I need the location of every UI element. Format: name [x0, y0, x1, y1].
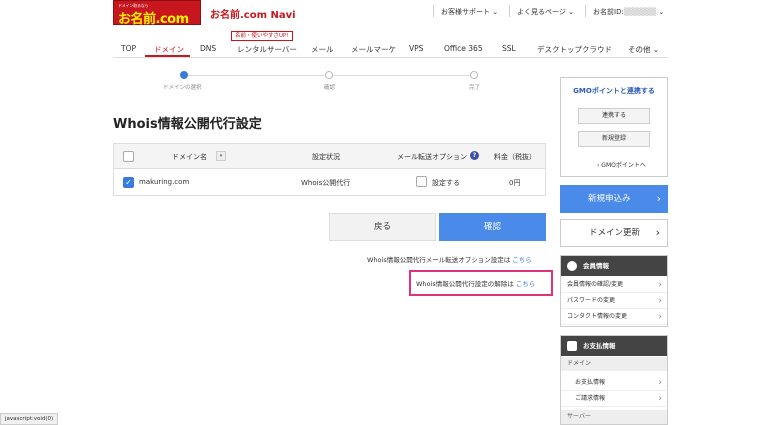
mail-option-checkbox[interactable]	[416, 176, 427, 187]
domain-price: 0円	[509, 179, 521, 187]
nav-office365[interactable]: Office 365	[444, 44, 483, 53]
table-header: ドメイン名 ▾ 設定状況 メール転送オプション ? 料金（税抜）	[114, 144, 545, 169]
step-label-select: ドメインの選択	[163, 85, 202, 91]
sort-icon[interactable]: ▾	[216, 151, 226, 161]
step-dot	[325, 71, 333, 79]
main-nav: TOP ドメイン DNS レンタルサーバー メール メールマーケ VPS Off…	[113, 39, 668, 59]
nav-vps[interactable]: VPS	[409, 44, 423, 53]
payment-item-info[interactable]: お支払情報 ›	[561, 375, 667, 391]
support-menu[interactable]: お客様サポート ⌄	[441, 7, 498, 17]
browser-status-bar: javascript:void(0)	[0, 413, 59, 425]
select-all-checkbox[interactable]	[123, 151, 134, 162]
header: ドメイン取るなら お名前.com お名前.com Navi お客様サポート ⌄ …	[0, 0, 780, 30]
chevron-right-icon: ›	[658, 378, 662, 388]
new-application-button[interactable]: 新規申込み ›	[560, 185, 668, 213]
member-item-profile[interactable]: 会員情報の確認/変更 ›	[561, 277, 667, 293]
step-dot-current	[180, 71, 188, 79]
domain-renew-label: ドメイン更新	[589, 228, 641, 238]
user-id-menu[interactable]: お名前ID:▒▒▒▒▒▒ ⌄	[593, 7, 664, 17]
col-status: 設定状況	[312, 153, 340, 161]
gmo-panel-title: GMOポイントと連携する	[573, 87, 655, 95]
mail-option-text: Whois情報公開代行メール転送オプション設定は	[367, 256, 511, 264]
new-application-label: 新規申込み	[588, 194, 631, 204]
payment-section-server: サーバー	[561, 410, 667, 424]
payment-section-domain: ドメイン	[561, 357, 667, 371]
nav-desktop-cloud[interactable]: デスクトップクラウド	[537, 44, 612, 55]
payment-info-panel: お支払情報 ドメイン お支払情報 › ご請求情報 › サーバー	[560, 335, 668, 425]
col-price: 料金（税抜）	[494, 153, 536, 161]
onamae-logo[interactable]: ドメイン取るなら お名前.com	[113, 0, 201, 27]
mail-option-link[interactable]: こちら	[512, 256, 532, 264]
nav-mail-marketing[interactable]: メールマーケ	[351, 44, 396, 55]
step-line	[333, 75, 470, 76]
divider	[509, 5, 510, 17]
nav-rental-server[interactable]: レンタルサーバー	[237, 44, 297, 55]
divider	[433, 5, 434, 17]
confirm-button[interactable]: 確認	[439, 213, 546, 241]
nav-other[interactable]: その他 ⌄	[628, 44, 659, 55]
nav-top[interactable]: TOP	[121, 44, 136, 53]
chevron-right-icon: ›	[658, 394, 662, 404]
domain-renew-button[interactable]: ドメイン更新 ›	[560, 219, 668, 247]
member-info-panel: 会員情報 会員情報の確認/変更 › パスワードの変更 › コンタクト情報の変更 ›	[560, 255, 668, 327]
release-note: Whois情報公開代行設定の解除は こちら	[416, 278, 535, 288]
chevron-right-icon: ›	[658, 296, 662, 306]
member-item-contact[interactable]: コンタクト情報の変更 ›	[561, 309, 667, 325]
gmo-point-panel: GMOポイントと連携する 連携する 新規登録 › GMOポイントへ	[560, 77, 668, 177]
member-info-header: 会員情報	[561, 256, 667, 276]
info-icon[interactable]: ?	[470, 151, 479, 160]
gmo-link-button[interactable]: 連携する	[578, 108, 650, 124]
wallet-icon	[567, 341, 577, 351]
back-button[interactable]: 戻る	[329, 213, 436, 241]
payment-item-billing[interactable]: ご請求情報 ›	[561, 391, 667, 407]
nav-dns[interactable]: DNS	[200, 44, 216, 53]
divider	[585, 5, 586, 17]
member-item-password[interactable]: パスワードの変更 ›	[561, 293, 667, 309]
table-row: ✓ makuring.com Whois公開代行 設定する 0円	[114, 170, 545, 195]
nav-ssl[interactable]: SSL	[502, 44, 516, 53]
mail-option-label: 設定する	[432, 179, 460, 187]
step-label-confirm: 確認	[324, 85, 336, 91]
nav-divider	[113, 57, 668, 58]
mail-option-note: Whois情報公開代行メール転送オプション設定は こちら	[367, 254, 532, 264]
chevron-right-icon: ›	[655, 226, 660, 239]
payment-info-header: お支払情報	[561, 336, 667, 356]
app-title: お名前.com Navi	[210, 10, 296, 21]
col-mail-option: メール転送オプション	[397, 153, 467, 161]
step-label-complete: 完了	[469, 85, 481, 91]
release-text: Whois情報公開代行設定の解除は	[416, 280, 514, 288]
domain-table: ドメイン名 ▾ 設定状況 メール転送オプション ? 料金（税抜） ✓ makur…	[113, 143, 546, 196]
step-line	[188, 75, 325, 76]
user-icon	[567, 261, 577, 271]
logo-text: お名前.com	[118, 12, 189, 27]
domain-name: makuring.com	[139, 178, 190, 186]
chevron-right-icon: ›	[658, 312, 662, 322]
release-link[interactable]: こちら	[516, 280, 536, 288]
domain-status: Whois公開代行	[301, 179, 351, 187]
chevron-right-icon: ›	[658, 280, 662, 290]
domain-checkbox[interactable]: ✓	[123, 177, 134, 188]
nav-mail[interactable]: メール	[311, 44, 334, 55]
page-title: Whois情報公開代行設定	[113, 117, 262, 132]
gmo-register-button[interactable]: 新規登録	[578, 131, 650, 147]
nav-domain[interactable]: ドメイン	[154, 44, 184, 55]
gmo-points-link[interactable]: › GMOポイントへ	[597, 160, 646, 169]
col-domain-name: ドメイン名	[172, 153, 207, 161]
chevron-right-icon: ›	[656, 192, 661, 205]
step-dot	[470, 71, 478, 79]
faq-menu[interactable]: よく見るページ ⌄	[517, 7, 574, 17]
